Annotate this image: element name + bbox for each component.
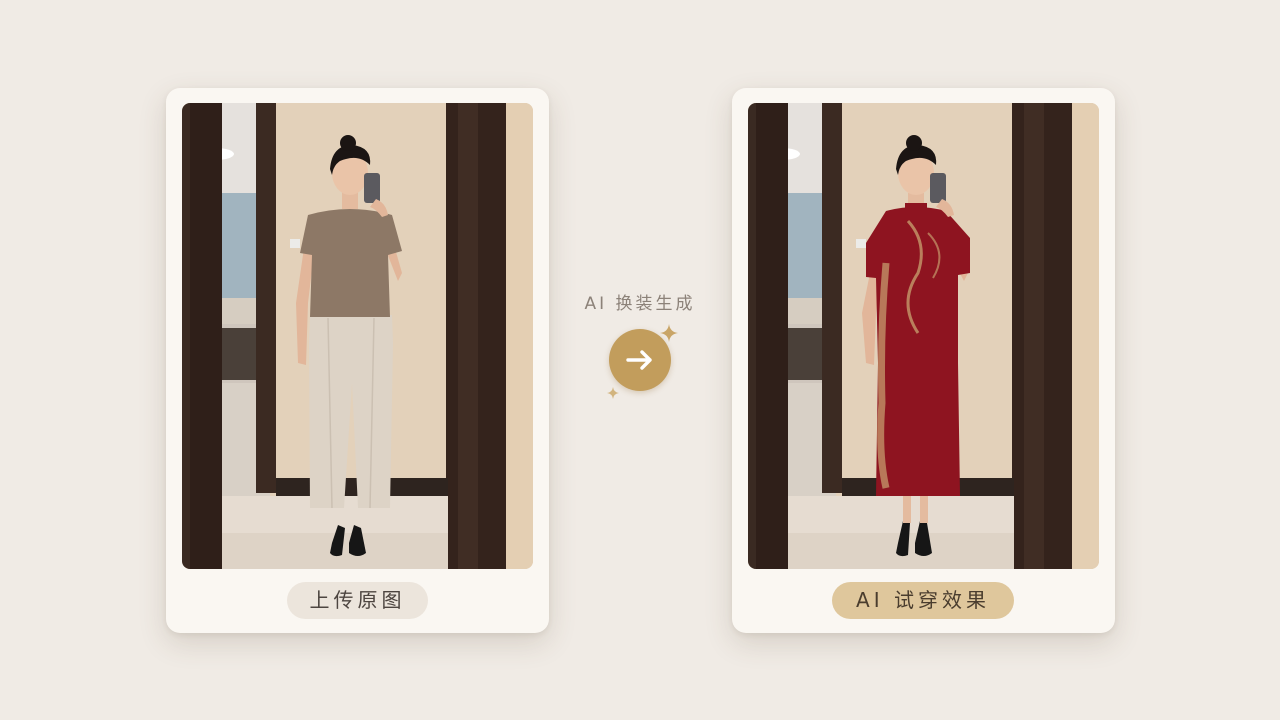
original-photo xyxy=(182,103,533,569)
original-photo-card: 上传原图 xyxy=(166,88,549,633)
sparkle-small-icon xyxy=(607,387,619,399)
ai-generate-label: AI 换装生成 xyxy=(584,294,696,314)
tryon-result-card: AI 试穿效果 xyxy=(732,88,1115,633)
tryon-result-photo xyxy=(748,103,1099,569)
original-photo-caption: 上传原图 xyxy=(287,582,428,619)
tryon-result-caption: AI 试穿效果 xyxy=(832,582,1014,619)
sparkle-icon xyxy=(660,324,678,342)
